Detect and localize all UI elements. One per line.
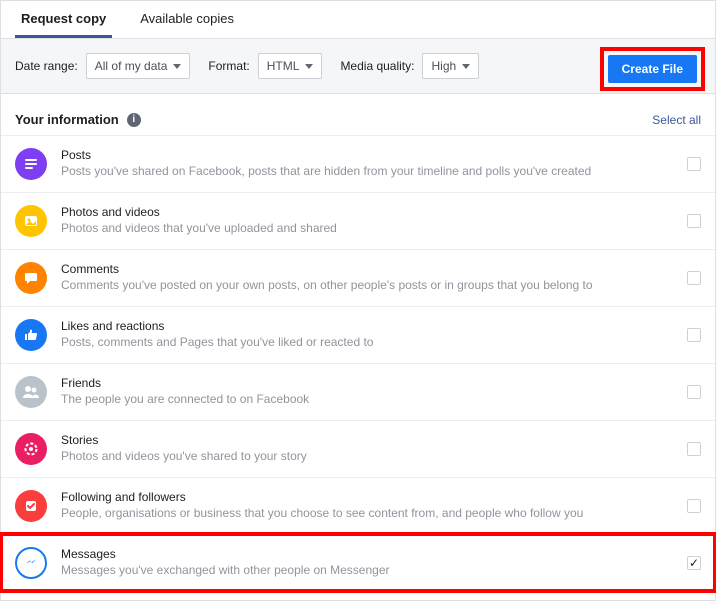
row-comments[interactable]: Comments Comments you've posted on your … xyxy=(1,249,715,306)
row-likes-reactions[interactable]: Likes and reactions Posts, comments and … xyxy=(1,306,715,363)
section-title: Your information xyxy=(15,112,119,127)
posts-icon xyxy=(15,148,47,180)
format-dropdown[interactable]: HTML xyxy=(258,53,323,79)
caret-down-icon xyxy=(305,64,313,69)
date-range-label: Date range: xyxy=(15,59,78,73)
controls-bar: Date range: All of my data Format: HTML … xyxy=(1,39,715,94)
information-list: Posts Posts you've shared on Facebook, p… xyxy=(1,135,715,591)
tabs-strip: Request copy Available copies xyxy=(1,1,715,39)
media-quality-dropdown[interactable]: High xyxy=(422,53,479,79)
row-title: Following and followers xyxy=(61,490,677,506)
section-header: Your information i Select all xyxy=(1,94,715,135)
info-icon[interactable]: i xyxy=(127,113,141,127)
row-stories[interactable]: Stories Photos and videos you've shared … xyxy=(1,420,715,477)
row-title: Photos and videos xyxy=(61,205,677,221)
caret-down-icon xyxy=(462,64,470,69)
row-photos-videos[interactable]: Photos and videos Photos and videos that… xyxy=(1,192,715,249)
row-title: Friends xyxy=(61,376,677,392)
row-title: Likes and reactions xyxy=(61,319,677,335)
caret-down-icon xyxy=(173,64,181,69)
row-checkbox[interactable] xyxy=(687,385,701,399)
date-range-dropdown[interactable]: All of my data xyxy=(86,53,191,79)
row-desc: Photos and videos that you've uploaded a… xyxy=(61,221,677,237)
app-frame: Request copy Available copies Date range… xyxy=(0,0,716,601)
comments-icon xyxy=(15,262,47,294)
row-desc: Messages you've exchanged with other peo… xyxy=(61,563,677,579)
friends-icon xyxy=(15,376,47,408)
row-desc: Photos and videos you've shared to your … xyxy=(61,449,677,465)
row-title: Posts xyxy=(61,148,677,164)
create-file-button[interactable]: Create File xyxy=(608,55,697,83)
row-desc: Posts, comments and Pages that you've li… xyxy=(61,335,677,351)
row-following-followers[interactable]: Following and followers People, organisa… xyxy=(1,477,715,534)
messenger-icon xyxy=(15,547,47,579)
row-friends[interactable]: Friends The people you are connected to … xyxy=(1,363,715,420)
row-title: Messages xyxy=(61,547,677,563)
row-checkbox[interactable] xyxy=(687,157,701,171)
format-label: Format: xyxy=(208,59,249,73)
create-file-highlight: Create File xyxy=(600,47,705,91)
row-desc: People, organisations or business that y… xyxy=(61,506,677,522)
row-checkbox[interactable] xyxy=(687,271,701,285)
row-checkbox[interactable] xyxy=(687,499,701,513)
row-desc: Comments you've posted on your own posts… xyxy=(61,278,677,294)
select-all-link[interactable]: Select all xyxy=(652,113,701,127)
row-posts[interactable]: Posts Posts you've shared on Facebook, p… xyxy=(1,135,715,192)
media-quality-label: Media quality: xyxy=(340,59,414,73)
row-title: Comments xyxy=(61,262,677,278)
row-title: Stories xyxy=(61,433,677,449)
row-checkbox[interactable]: ✓ xyxy=(687,556,701,570)
format-value: HTML xyxy=(267,59,300,73)
row-messages[interactable]: Messages Messages you've exchanged with … xyxy=(1,534,715,591)
photos-icon xyxy=(15,205,47,237)
row-desc: The people you are connected to on Faceb… xyxy=(61,392,677,408)
row-checkbox[interactable] xyxy=(687,214,701,228)
date-range-value: All of my data xyxy=(95,59,168,73)
following-icon xyxy=(15,490,47,522)
row-checkbox[interactable] xyxy=(687,442,701,456)
row-desc: Posts you've shared on Facebook, posts t… xyxy=(61,164,677,180)
tab-available-copies[interactable]: Available copies xyxy=(134,1,240,38)
tab-request-copy[interactable]: Request copy xyxy=(15,1,112,38)
stories-icon xyxy=(15,433,47,465)
media-quality-value: High xyxy=(431,59,456,73)
like-icon xyxy=(15,319,47,351)
row-checkbox[interactable] xyxy=(687,328,701,342)
